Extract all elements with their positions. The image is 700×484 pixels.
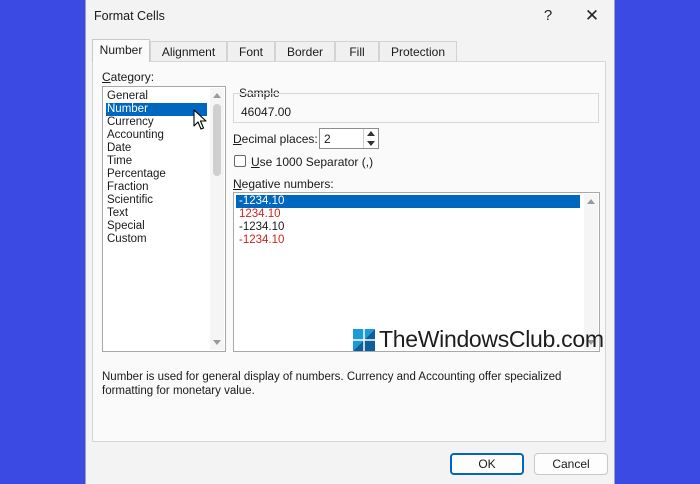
help-button[interactable]: ?	[534, 4, 562, 28]
format-cells-dialog: Format Cells ? ✕ Number Alignment Font B…	[85, 0, 615, 484]
stepper-buttons[interactable]	[363, 129, 378, 148]
dialog-title: Format Cells	[94, 9, 165, 23]
watermark: TheWindowsClub.com	[353, 326, 604, 354]
negative-numbers-label: Negative numbers:	[233, 177, 334, 191]
list-item[interactable]: Custom	[106, 233, 207, 246]
category-description: Number is used for general display of nu…	[102, 371, 562, 397]
cancel-button[interactable]: Cancel	[534, 453, 608, 475]
scroll-up-icon[interactable]	[587, 199, 595, 204]
list-item[interactable]: Currency	[106, 116, 207, 129]
category-scrollbar[interactable]	[210, 88, 224, 350]
list-item[interactable]: Date	[106, 142, 207, 155]
category-label: Category:	[102, 70, 155, 84]
decimal-places-stepper[interactable]: 2	[319, 128, 379, 149]
category-list[interactable]: General Number Currency Accounting Date …	[102, 86, 226, 352]
list-item[interactable]: -1234.10	[236, 221, 580, 234]
tab-font[interactable]: Font	[227, 41, 275, 61]
thousand-separator-checkbox[interactable]	[234, 155, 246, 167]
scroll-up-icon[interactable]	[213, 93, 221, 98]
decimal-places-label: Decimal places:	[233, 132, 318, 146]
list-item[interactable]: Time	[106, 155, 207, 168]
tab-border[interactable]: Border	[275, 41, 335, 61]
tab-alignment[interactable]: Alignment	[150, 41, 227, 61]
sample-box: 46047.00	[233, 93, 599, 123]
increment-icon[interactable]	[367, 131, 375, 136]
decrement-icon[interactable]	[367, 141, 375, 146]
watermark-text: TheWindowsClub.com	[379, 326, 604, 352]
number-tab-panel: Category: General Number Currency Accoun…	[92, 61, 606, 442]
list-item[interactable]: Special	[106, 220, 207, 233]
list-item-selected[interactable]: Number	[106, 103, 207, 116]
close-button[interactable]: ✕	[578, 4, 606, 28]
thousand-separator-label[interactable]: Use 1000 Separator (,)	[251, 155, 373, 169]
list-item[interactable]: Text	[106, 207, 207, 220]
scroll-thumb[interactable]	[213, 104, 221, 176]
decimal-places-value[interactable]: 2	[324, 132, 331, 146]
sample-value: 46047.00	[241, 105, 292, 119]
tab-number[interactable]: Number	[92, 39, 150, 62]
windows-logo-icon	[353, 329, 375, 351]
list-item[interactable]: Scientific	[106, 194, 207, 207]
list-item-selected[interactable]: -1234.10	[236, 195, 580, 208]
list-item[interactable]: 1234.10	[236, 208, 580, 221]
list-item[interactable]: Accounting	[106, 129, 207, 142]
list-item[interactable]: Percentage	[106, 168, 207, 181]
ok-button[interactable]: OK	[450, 453, 524, 475]
list-item[interactable]: General	[106, 90, 207, 103]
tab-protection[interactable]: Protection	[379, 41, 457, 61]
list-item[interactable]: Fraction	[106, 181, 207, 194]
tab-fill[interactable]: Fill	[335, 41, 379, 61]
mouse-pointer-icon	[193, 109, 207, 130]
scroll-down-icon[interactable]	[213, 340, 221, 345]
title-bar: Format Cells ? ✕	[86, 0, 614, 32]
list-item[interactable]: -1234.10	[236, 234, 580, 247]
